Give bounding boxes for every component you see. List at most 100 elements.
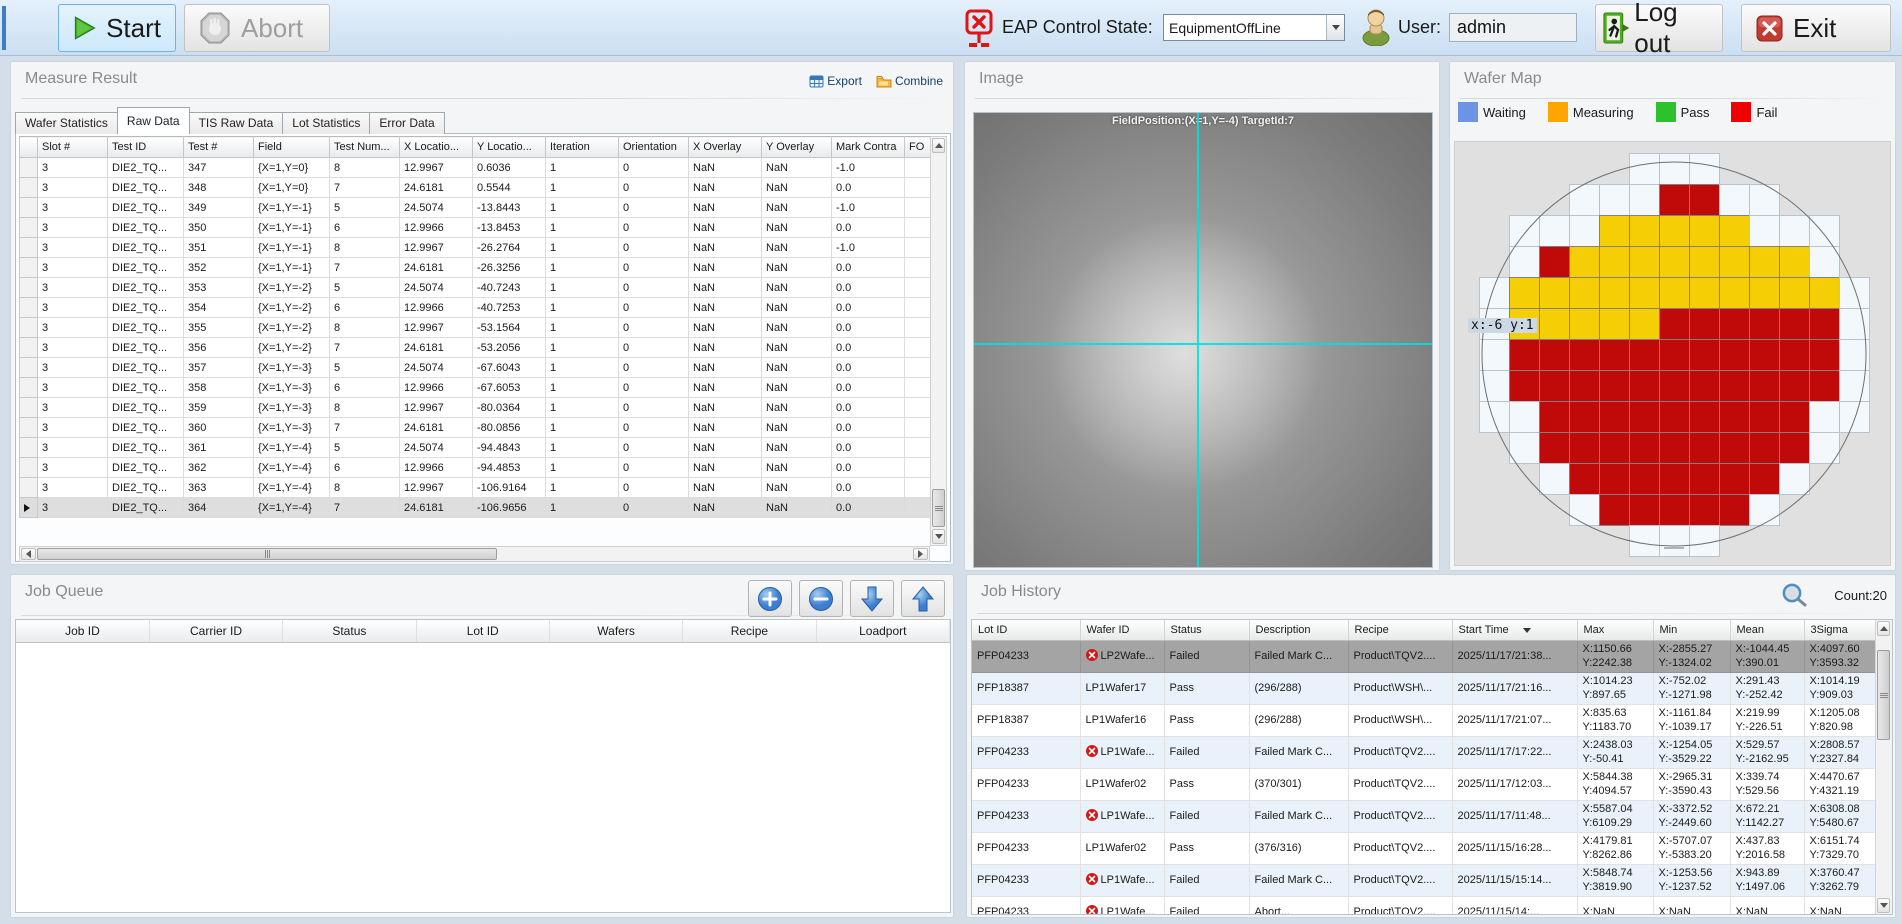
wafer-cell[interactable]	[1719, 432, 1750, 464]
wafer-cell[interactable]	[1509, 277, 1540, 309]
wafer-cell[interactable]	[1629, 308, 1660, 340]
wafer-cell[interactable]	[1779, 339, 1810, 371]
table-row[interactable]: 3DIE2_TQ...351{X=1,Y=-1}812.9967-26.2764…	[20, 238, 931, 258]
wafer-cell[interactable]	[1749, 339, 1780, 371]
scroll-up-button[interactable]	[932, 138, 945, 153]
wafer-cell[interactable]	[1719, 339, 1750, 371]
wafer-cell[interactable]	[1749, 401, 1780, 433]
wafer-cell[interactable]	[1509, 432, 1540, 464]
wafer-cell[interactable]	[1839, 339, 1870, 371]
table-row[interactable]: 3DIE2_TQ...361{X=1,Y=-4}524.5074-94.4843…	[20, 438, 931, 458]
exit-button[interactable]: Exit	[1741, 4, 1891, 52]
wafer-cell[interactable]	[1659, 525, 1690, 557]
column-header-description[interactable]: Description	[1249, 620, 1348, 640]
wafer-cell[interactable]	[1569, 339, 1600, 371]
table-row[interactable]: PFP04233LP2Wafe...FailedFailed Mark C...…	[972, 640, 1877, 672]
wafer-cell[interactable]	[1809, 370, 1840, 402]
wafer-cell[interactable]	[1779, 277, 1810, 309]
wafer-cell[interactable]	[1629, 339, 1660, 371]
column-header-recipe[interactable]: Recipe	[683, 620, 816, 642]
wafer-cell[interactable]	[1749, 494, 1780, 526]
add-job-button[interactable]	[748, 580, 792, 617]
wafer-cell[interactable]	[1569, 494, 1600, 526]
column-header-test-num[interactable]: Test Num...	[330, 137, 400, 158]
table-row[interactable]: 3DIE2_TQ...364{X=1,Y=-4}724.6181-106.965…	[20, 498, 931, 518]
table-row[interactable]: 3DIE2_TQ...350{X=1,Y=-1}612.9966-13.8453…	[20, 218, 931, 238]
table-row[interactable]: PFP18387LP1Wafer16Pass(296/288)Product\W…	[972, 704, 1877, 736]
wafer-cell[interactable]	[1659, 308, 1690, 340]
wafer-cell[interactable]	[1539, 370, 1570, 402]
scroll-down-button[interactable]	[1877, 898, 1890, 913]
wafer-cell[interactable]	[1629, 184, 1660, 216]
wafer-cell[interactable]	[1479, 370, 1510, 402]
wafer-cell[interactable]	[1629, 525, 1660, 557]
wafer-cell[interactable]	[1539, 308, 1570, 340]
wafer-cell[interactable]	[1809, 308, 1840, 340]
table-row[interactable]: 3DIE2_TQ...354{X=1,Y=-2}612.9966-40.7253…	[20, 298, 931, 318]
scroll-right-button[interactable]	[913, 548, 928, 560]
wafer-cell[interactable]	[1629, 463, 1660, 495]
column-header-field[interactable]: Field	[254, 137, 330, 158]
column-header-start-time[interactable]: Start Time	[1452, 620, 1577, 640]
scrollbar-thumb[interactable]	[37, 548, 497, 560]
wafer-cell[interactable]	[1629, 215, 1660, 247]
wafer-cell[interactable]	[1569, 215, 1600, 247]
wafer-cell[interactable]	[1599, 370, 1630, 402]
wafer-cell[interactable]	[1599, 463, 1630, 495]
scrollbar-thumb[interactable]	[932, 489, 945, 527]
job-history-vertical-scrollbar[interactable]	[1875, 620, 1892, 914]
table-row[interactable]: PFP04233LP1Wafer02Pass(376/316)Product\T…	[972, 832, 1877, 864]
wafer-cell[interactable]	[1509, 370, 1540, 402]
column-header-orientation[interactable]: Orientation	[619, 137, 689, 158]
wafer-cell[interactable]	[1689, 277, 1720, 309]
wafer-cell[interactable]	[1719, 463, 1750, 495]
wafer-cell[interactable]	[1719, 246, 1750, 278]
wafer-cell[interactable]	[1599, 432, 1630, 464]
wafer-cell[interactable]	[1629, 153, 1660, 185]
wafer-cell[interactable]	[1779, 370, 1810, 402]
wafer-cell[interactable]	[1749, 463, 1780, 495]
wafer-cell[interactable]	[1719, 277, 1750, 309]
table-row[interactable]: PFP04233LP1Wafe...FailedFailed Mark C...…	[972, 800, 1877, 832]
table-row[interactable]: 3DIE2_TQ...362{X=1,Y=-4}612.9966-94.4853…	[20, 458, 931, 478]
table-row[interactable]: 3DIE2_TQ...356{X=1,Y=-2}724.6181-53.2056…	[20, 338, 931, 358]
table-row[interactable]: PFP04233LP1Wafer02Pass(370/301)Product\T…	[972, 768, 1877, 800]
table-row[interactable]: 3DIE2_TQ...360{X=1,Y=-3}724.6181-80.0856…	[20, 418, 931, 438]
column-header-job-id[interactable]: Job ID	[16, 620, 149, 642]
tab-raw-data[interactable]: Raw Data	[117, 107, 190, 134]
wafer-cell[interactable]	[1569, 308, 1600, 340]
tab-tis-raw-data[interactable]: TIS Raw Data	[189, 112, 284, 134]
table-row[interactable]: PFP04233LP1Wafe...FailedFailed Mark C...…	[972, 736, 1877, 768]
wafer-cell[interactable]	[1749, 215, 1780, 247]
wafer-cell[interactable]	[1659, 494, 1690, 526]
scroll-down-button[interactable]	[932, 529, 945, 544]
column-header-x-overlay[interactable]: X Overlay	[689, 137, 762, 158]
column-header-carrier-id[interactable]: Carrier ID	[149, 620, 282, 642]
wafer-cell[interactable]	[1719, 494, 1750, 526]
wafer-cell[interactable]	[1479, 339, 1510, 371]
column-header-fo[interactable]: FO	[905, 137, 931, 158]
wafer-cell[interactable]	[1779, 246, 1810, 278]
wafer-cell[interactable]	[1689, 153, 1720, 185]
table-row[interactable]: PFP04233LP1Wafe...FailedAbort...Product\…	[972, 896, 1877, 915]
wafer-cell[interactable]	[1599, 215, 1630, 247]
table-row[interactable]: 3DIE2_TQ...349{X=1,Y=-1}524.5074-13.8443…	[20, 198, 931, 218]
wafer-cell[interactable]	[1809, 339, 1840, 371]
scrollbar-thumb[interactable]	[1877, 650, 1890, 740]
column-header-wafer-id[interactable]: Wafer ID	[1080, 620, 1164, 640]
column-header-min[interactable]: Min	[1653, 620, 1730, 640]
wafer-cell[interactable]	[1719, 401, 1750, 433]
wafer-cell[interactable]	[1599, 494, 1630, 526]
wafer-cell[interactable]	[1689, 432, 1720, 464]
wafer-cell[interactable]	[1659, 277, 1690, 309]
tab-lot-statistics[interactable]: Lot Statistics	[282, 112, 370, 134]
column-header-recipe[interactable]: Recipe	[1348, 620, 1452, 640]
wafer-cell[interactable]	[1539, 432, 1570, 464]
wafer-cell[interactable]	[1689, 184, 1720, 216]
wafer-cell[interactable]	[1629, 277, 1660, 309]
wafer-cell[interactable]	[1659, 153, 1690, 185]
raw-table-vertical-scrollbar[interactable]	[930, 136, 947, 546]
table-row[interactable]: 3DIE2_TQ...359{X=1,Y=-3}812.9967-80.0364…	[20, 398, 931, 418]
wafer-cell[interactable]	[1509, 401, 1540, 433]
wafer-cell[interactable]	[1509, 246, 1540, 278]
